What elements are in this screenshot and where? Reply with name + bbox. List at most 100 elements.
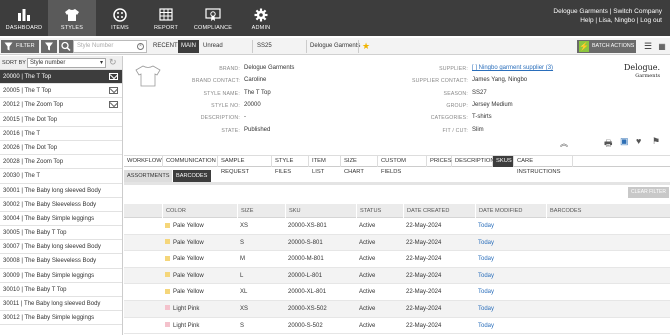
list-item[interactable]: 20015 | The Dot Top [0, 113, 122, 127]
table-cell[interactable]: Today [475, 268, 546, 285]
table-cell: Light Pink [162, 318, 237, 335]
tab-style-files[interactable]: STYLE FILES [272, 156, 309, 175]
table-row[interactable]: Pale Yellow S 20000-S-801 Active 22-May-2024… [124, 234, 670, 252]
clear-filter-button[interactable]: CLEAR FILTER [628, 187, 669, 198]
list-item[interactable]: 30005 | The Baby T Top [0, 226, 122, 241]
status-filter[interactable]: Unread [203, 40, 223, 53]
saved-filter-button[interactable] [41, 40, 57, 53]
list-item[interactable]: 30012 | The Baby Simple leggings [0, 311, 122, 326]
table-cell[interactable]: Today [475, 251, 546, 268]
cell-text: Today [478, 223, 495, 229]
nav-report[interactable]: REPORT [142, 0, 190, 36]
column-header[interactable]: BARCODES [546, 204, 616, 218]
list-item[interactable]: 20016 | The T [0, 127, 122, 141]
sort-select[interactable]: Style number ▾ [27, 58, 106, 68]
table-row[interactable]: Pale Yellow M 20000-M-801 Active 22-May-2024… [124, 251, 670, 268]
style-thumbnail[interactable] [134, 64, 162, 90]
cell-text: Today [478, 289, 495, 296]
column-header[interactable]: DATE CREATED [403, 204, 475, 218]
column-header[interactable]: SKU [285, 204, 356, 218]
company-links[interactable]: Delogue Garments | Switch Company [553, 8, 662, 17]
subtab-assortments[interactable]: ASSORTMENTS [124, 170, 172, 182]
subtab-barcodes[interactable]: BARCODES [173, 170, 211, 182]
tab-workflow[interactable]: WORKFLOW [124, 156, 163, 167]
tab-main[interactable]: MAIN [178, 40, 199, 53]
table-row[interactable]: Pale Yellow XL 20000-XL-801 Active 22-May-20… [124, 284, 670, 301]
tab-item-list[interactable]: ITEM LIST [309, 156, 341, 175]
tab-sample-request[interactable]: SAMPLE REQUEST [218, 156, 272, 175]
nav-items[interactable]: ITEMS [96, 0, 144, 36]
table-cell[interactable]: Today [475, 235, 546, 252]
batch-actions-button[interactable]: ⚡ BATCH ACTIONS [577, 40, 636, 53]
detail-tabs: WORKFLOW COMMUNICATION SAMPLE REQUEST STYLE… [124, 155, 670, 175]
column-header[interactable]: DATE MODIFIED [475, 204, 546, 218]
tab-size-chart[interactable]: SIZE CHART [341, 156, 378, 175]
table-cell[interactable]: Today [475, 301, 546, 318]
sort-row: SORT BY Style number ▾ ↻ [0, 56, 122, 70]
cell-text: Light Pink [173, 305, 200, 312]
tab-skus[interactable]: SKUS [493, 156, 514, 167]
tab-recent[interactable]: RECENT [150, 40, 181, 53]
lightning-icon: ⚡ [579, 41, 589, 52]
column-header[interactable]: COLOR [162, 204, 237, 218]
list-item[interactable]: 30004 | The Baby Simple leggings [0, 212, 122, 227]
refresh-icon[interactable]: ↻ [109, 57, 117, 68]
table-row[interactable]: Pale Yellow L 20000-L-801 Active 22-May-2024… [124, 267, 670, 285]
tab-description[interactable]: DESCRIPTION [452, 156, 495, 167]
nav-compliance[interactable]: COMPLIANCE [189, 0, 237, 36]
column-header[interactable]: SIZE [237, 204, 285, 218]
list-item[interactable]: 30007 | The Baby long sleeved Body [0, 240, 122, 255]
tab-care-instructions[interactable]: CARE INSTRUCTIONS [514, 156, 573, 175]
table-cell[interactable]: Today [475, 284, 546, 301]
table-cell: Active [356, 235, 403, 252]
list-item[interactable]: 20005 | The T Top [0, 84, 122, 99]
favorite-star-icon[interactable]: ★ [362, 40, 370, 53]
table-row[interactable]: Pale Yellow XS 20000-XS-801 Active 22-May-20… [124, 218, 670, 235]
nav-admin[interactable]: ADMIN [237, 0, 285, 36]
table-row[interactable]: Light Pink XS 20000-XS-502 Active 22-May-202… [124, 300, 670, 318]
cell-text: Pale Yellow [173, 239, 204, 246]
field-value: Jersey Medium [472, 101, 513, 108]
table-cell[interactable]: Today [475, 218, 546, 235]
filter-button[interactable]: FILTER [1, 40, 39, 53]
list-item[interactable]: 20000 | The T Top [0, 70, 122, 85]
table-cell: Pale Yellow [162, 235, 237, 252]
excel-icon[interactable]: ▣ [620, 136, 629, 147]
field-value: Published [244, 126, 271, 133]
list-view-icon[interactable]: ☰ [642, 40, 654, 53]
flag-icon[interactable]: ⚑ [652, 136, 660, 147]
list-item[interactable]: 30002 | The Baby Sleeveless Body [0, 198, 122, 212]
field-value[interactable]: [ ] Ningbo garment supplier (3) [472, 65, 553, 71]
search-button[interactable] [59, 40, 73, 53]
heart-icon[interactable]: ♥ [636, 136, 641, 146]
list-item[interactable]: 20026 | The Dot Top [0, 141, 122, 156]
season-filter[interactable]: SS25 [257, 40, 272, 53]
list-item-label: 20016 | The T [3, 130, 41, 137]
nav-styles[interactable]: STYLES [48, 0, 96, 36]
clear-search-icon[interactable]: × [137, 43, 144, 50]
tab-prices[interactable]: PRICES [427, 156, 452, 167]
collapse-chevron-icon[interactable]: ︽ [560, 138, 568, 149]
tab-custom-fields[interactable]: CUSTOM FIELDS [378, 156, 427, 175]
table-cell[interactable]: Today [475, 318, 546, 335]
search-input[interactable]: Style Number × [73, 40, 147, 53]
list-item[interactable]: 30011 | The Baby long sleeved Body [0, 297, 122, 312]
table-cell: Pale Yellow [162, 251, 237, 268]
tab-communication[interactable]: COMMUNICATION [163, 156, 218, 167]
cell-text: L [240, 272, 244, 279]
cell-text: Active [359, 223, 376, 229]
list-item[interactable]: 20028 | The Zoom Top [0, 155, 122, 170]
list-item[interactable]: 30009 | The Baby Simple leggings [0, 269, 122, 283]
brand-filter[interactable]: Delogue Garments [310, 40, 360, 53]
user-links[interactable]: Help | Lisa, Ningbo | Log out [553, 17, 662, 26]
print-icon[interactable]: 🖶 [604, 136, 613, 152]
list-item[interactable]: 20012 | The Zoom Top [0, 98, 122, 113]
list-item[interactable]: 20030 | The T [0, 169, 122, 184]
column-header[interactable]: STATUS [356, 204, 403, 218]
table-row[interactable]: Light Pink S 20000-S-502 Active 22-May-2024 T… [124, 318, 670, 335]
list-item[interactable]: 30010 | The Baby T Top [0, 283, 122, 297]
nav-dashboard[interactable]: DASHBOARD [0, 0, 48, 36]
list-item[interactable]: 30008 | The Baby Sleeveless Body [0, 254, 122, 269]
grid-view-icon[interactable]: ▦ [656, 40, 668, 53]
list-item[interactable]: 30001 | The Baby long sleeved Body [0, 184, 122, 198]
